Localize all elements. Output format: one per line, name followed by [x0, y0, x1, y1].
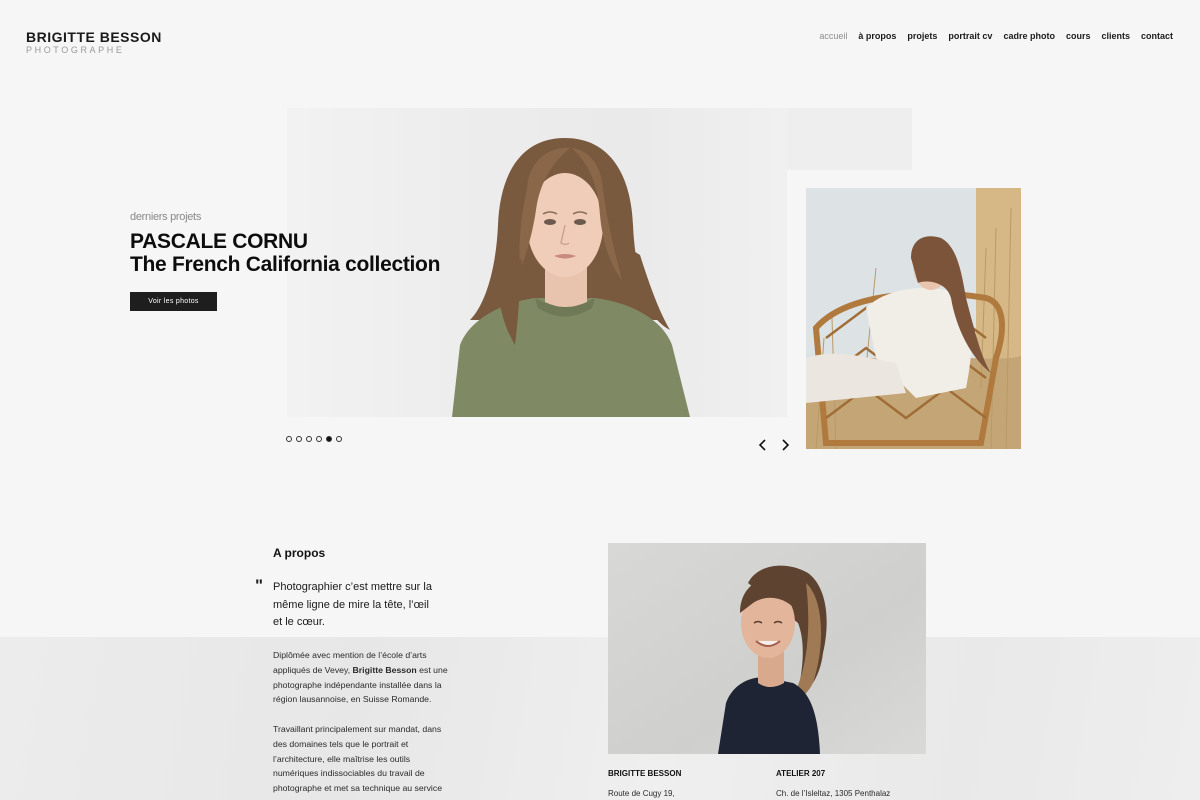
nav-item-cours[interactable]: cours — [1066, 30, 1091, 42]
slider-dot-4[interactable] — [316, 436, 322, 442]
hero-title-line-2: The French California collection — [130, 253, 441, 276]
paragraph-text: appliqués de Vevey, — [273, 664, 353, 675]
about-paragraph-1: Diplômée avec mention de l’école d’arts … — [273, 648, 463, 707]
quote-line: et le cœur. — [273, 616, 325, 628]
about-quote: Photographier c’est mettre sur la même l… — [273, 579, 463, 632]
quote-line: Photographier c’est mettre sur la — [273, 581, 432, 593]
nav-item-cadre-photo[interactable]: cadre photo — [1003, 30, 1055, 42]
brand-subtitle: PHOTOGRAPHE — [26, 45, 125, 55]
nav-item-portrait-cv[interactable]: portrait cv — [948, 30, 992, 42]
slider-dot-6[interactable] — [336, 436, 342, 442]
quote-line: même ligne de mire la tête, l’œil — [273, 598, 429, 611]
paragraph-text: est une — [416, 664, 448, 675]
main-nav: accueil à propos projets portrait cv cad… — [819, 30, 1173, 42]
photographer-portrait-image — [608, 543, 926, 754]
nav-item-projets[interactable]: projets — [907, 30, 937, 42]
hero-backdrop-extension — [787, 108, 912, 170]
photographer-name-bold: Brigitte Besson — [352, 664, 417, 675]
slider-prev-arrow-icon[interactable] — [757, 438, 769, 452]
slider-next-arrow-icon[interactable] — [779, 438, 791, 452]
footer-background-band — [0, 637, 1200, 800]
slider-pagination — [286, 436, 342, 442]
paragraph-line: Travaillant principalement sur mandat, d… — [273, 724, 442, 734]
hero-title-line-1: PASCALE CORNU — [130, 230, 308, 253]
about-paragraph-2: Travaillant principalement sur mandat, d… — [273, 722, 463, 796]
view-photos-button[interactable]: Voir les photos — [130, 292, 217, 311]
contact-name-1: BRIGITTE BESSON — [608, 769, 682, 778]
slider-dot-3[interactable] — [306, 436, 312, 442]
contact-address-2: Ch. de l’Isleltaz, 1305 Penthalaz — [776, 789, 891, 798]
slider-dot-1[interactable] — [286, 436, 292, 442]
paragraph-line: photographe et met sa technique au servi… — [273, 783, 443, 794]
hero-portrait-image[interactable] — [400, 130, 730, 417]
paragraph-line: des domaines tels que le portrait et — [273, 738, 409, 749]
about-heading: A propos — [273, 546, 326, 560]
nav-item-accueil[interactable]: accueil — [819, 30, 847, 42]
slider-dot-2[interactable] — [296, 436, 302, 442]
paragraph-line: photographe indépendante installée dans … — [273, 679, 442, 690]
paragraph-line: numériques indissociables du travail de — [273, 768, 425, 779]
paragraph-line: Diplômée avec mention de l’école d’arts — [273, 650, 427, 660]
contact-address-1: Route de Cugy 19, — [608, 789, 675, 798]
nav-item-clients[interactable]: clients — [1101, 30, 1130, 42]
quote-mark-icon: " — [255, 576, 264, 595]
paragraph-line: appliqués de Vevey, Brigitte Besson est … — [273, 663, 463, 678]
nav-item-contact[interactable]: contact — [1141, 30, 1173, 42]
hero-kicker: derniers projets — [130, 211, 202, 223]
hero-secondary-image[interactable] — [806, 188, 1021, 449]
paragraph-line: région lausannoise, en Suisse Romande. — [273, 694, 432, 705]
slider-dot-5[interactable] — [326, 436, 332, 442]
hero-caption: derniers projets PASCALE CORNU The Frenc… — [130, 210, 440, 276]
site-logo[interactable]: BRIGITTE BESSON PHOTOGRAPHE — [26, 29, 162, 56]
paragraph-line: l’architecture, elle maîtrise les outils — [273, 753, 411, 764]
nav-item-a-propos[interactable]: à propos — [858, 30, 896, 42]
hero-title: PASCALE CORNU The French California coll… — [130, 230, 440, 276]
contact-name-2: ATELIER 207 — [776, 769, 826, 778]
brand-name: BRIGITTE BESSON — [26, 29, 162, 45]
